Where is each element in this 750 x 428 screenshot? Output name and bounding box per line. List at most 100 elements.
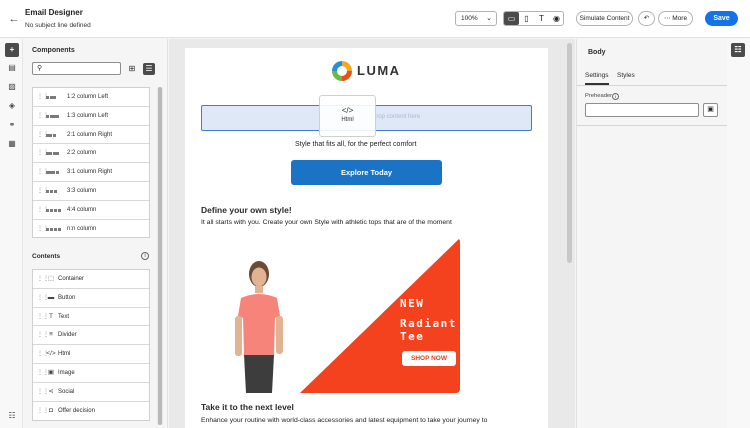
links-icon[interactable]: ⚭ [5,118,19,132]
right-rail: ☷ [727,39,750,428]
undo-icon[interactable]: ↶ [638,11,655,26]
panel-scrollbar[interactable] [157,87,163,425]
back-arrow-icon[interactable]: ← [7,12,21,26]
app-title: Email Designer [25,8,83,17]
preheader-label: Preheader [585,93,613,99]
email-body[interactable]: LUMA Drop content here </> Html Style th… [185,48,548,428]
column-layout-icon [46,152,59,156]
explore-button[interactable]: Explore Today [291,160,442,185]
html-icon: </> [341,106,354,115]
banner-line-1: NEW [400,297,425,310]
list-view-icon[interactable]: ☰ [143,63,155,75]
content-item[interactable]: ⋮⋮ ▣ Image [33,364,149,383]
personalization-icon[interactable]: ▦ [5,137,19,151]
paragraph-accessories[interactable]: Enhance your routine with world-class ac… [201,417,487,424]
email-canvas: LUMA Drop content here </> Html Style th… [169,39,575,428]
column-layout-icon [46,133,56,137]
content-item[interactable]: ⋮⋮ ▬ Button [33,289,149,308]
more-label: More [672,15,688,22]
search-input[interactable]: ⚲ [32,62,121,75]
preview-icon[interactable]: ◉ [549,12,564,25]
drop-zone-text: Drop content here [372,114,421,120]
heading-next-level[interactable]: Take it to the next level [201,402,294,412]
structure-item[interactable]: ⋮⋮ 3:3 column [33,182,149,201]
content-label: Button [58,294,76,301]
divider-icon: ≡ [49,331,53,339]
structure-label: 2:1 column Right [67,131,113,138]
paragraph-intro[interactable]: It all starts with you. Create your own … [201,219,452,226]
structure-label: 1:3 column Left [67,112,109,119]
personalize-icon[interactable]: ▣ [703,103,718,117]
subject-line[interactable]: No subject line defined [25,22,91,29]
promo-banner-image[interactable]: NEW Radiant Tee SHOP NOW [207,238,460,393]
column-layout-icon [46,208,61,212]
heading-define-style[interactable]: Define your own style! [201,205,292,215]
column-layout-icon [46,171,59,175]
mobile-icon[interactable]: ▯ [519,12,534,25]
preheader-input[interactable] [585,103,699,117]
content-label: Html [58,351,71,358]
structure-item[interactable]: ⋮⋮ 3:1 column Right [33,163,149,182]
button-icon: ▬ [47,293,55,301]
shop-now-button[interactable]: SHOP NOW [402,351,456,366]
content-item[interactable]: ⋮⋮ ◘ Offer decision [33,402,149,421]
luma-logo-icon [332,61,352,81]
tab-settings[interactable]: Settings [585,72,609,85]
scrollbar-thumb[interactable] [158,87,162,425]
zoom-select[interactable]: 100% ⌄ [455,11,497,26]
banner-line-2: Radiant [400,317,457,330]
column-layout-icon [46,114,59,118]
simulate-content-button[interactable]: Simulate Content [576,11,633,26]
tagline[interactable]: Style that fits all, for the perfect com… [295,141,416,148]
section-divider [577,125,727,126]
structure-item[interactable]: ⋮⋮ 1:2 column Left [33,88,149,107]
html-icon: </> [46,350,56,358]
content-item[interactable]: ⋮⋮ ≡ Divider [33,326,149,346]
structure-label: 2:2 column [67,150,97,157]
structure-label: 4:4 column [67,206,97,213]
content-item[interactable]: ⋮⋮ ⋖ Social [33,383,149,402]
structure-item[interactable]: ⋮⋮ n:n column [33,220,149,239]
settings-sliders-icon[interactable]: ☷ [731,43,745,57]
text-icon[interactable]: T [534,12,549,25]
grid-view-icon[interactable]: ⊞ [126,63,138,75]
assets-icon[interactable]: ▨ [5,80,19,94]
components-title: Components [32,47,75,54]
content-label: Container [58,276,85,282]
help-icon[interactable]: ☷ [5,409,19,423]
content-item[interactable]: ⋮⋮ T Text [33,308,149,327]
structure-item[interactable]: ⋮⋮ 2:1 column Right [33,126,149,145]
fragments-icon[interactable]: ▤ [5,61,19,75]
desktop-icon[interactable]: ▭ [504,12,519,25]
info-icon[interactable]: i [612,93,619,100]
add-icon[interactable]: + [5,43,19,57]
canvas-scrollbar[interactable] [567,43,572,263]
app-header: ← Email Designer No subject line defined… [0,0,750,38]
layers-icon[interactable]: ◈ [5,99,19,113]
dragged-html-component[interactable]: </> Html [319,95,376,137]
content-label: Image [58,369,75,376]
structure-item[interactable]: ⋮⋮ 4:4 column [33,201,149,220]
model-photo [235,261,283,393]
properties-panel: Body Settings Styles Preheader i ▣ [576,39,727,428]
structure-item[interactable]: ⋮⋮ 2:2 column [33,144,149,164]
banner-triangle [300,238,460,393]
more-button[interactable]: ⋯ More [658,11,693,26]
content-item[interactable]: ⋮⋮ ⬚ Container [33,270,149,289]
info-icon[interactable]: i [141,252,149,260]
save-button[interactable]: Save [705,11,738,26]
brand-name: LUMA [357,63,401,78]
zoom-value: 100% [461,15,478,22]
column-layout-icon [46,189,57,193]
image-icon: ▣ [47,368,55,376]
content-label: Social [58,388,75,395]
content-label: Divider [58,332,77,339]
tab-styles[interactable]: Styles [617,72,635,79]
contents-title: Contents [32,253,61,260]
content-item[interactable]: ⋮⋮ </> Html [33,345,149,364]
structures-list: ⋮⋮ 1:2 column Left ⋮⋮ 1:3 column Left ⋮⋮ 2:1 … [32,87,150,238]
column-layout-icon [46,96,56,99]
structure-item[interactable]: ⋮⋮ 1:3 column Left [33,107,149,126]
view-mode-group: ▭ ▯ T ◉ [503,11,564,26]
properties-title: Body [588,49,606,56]
